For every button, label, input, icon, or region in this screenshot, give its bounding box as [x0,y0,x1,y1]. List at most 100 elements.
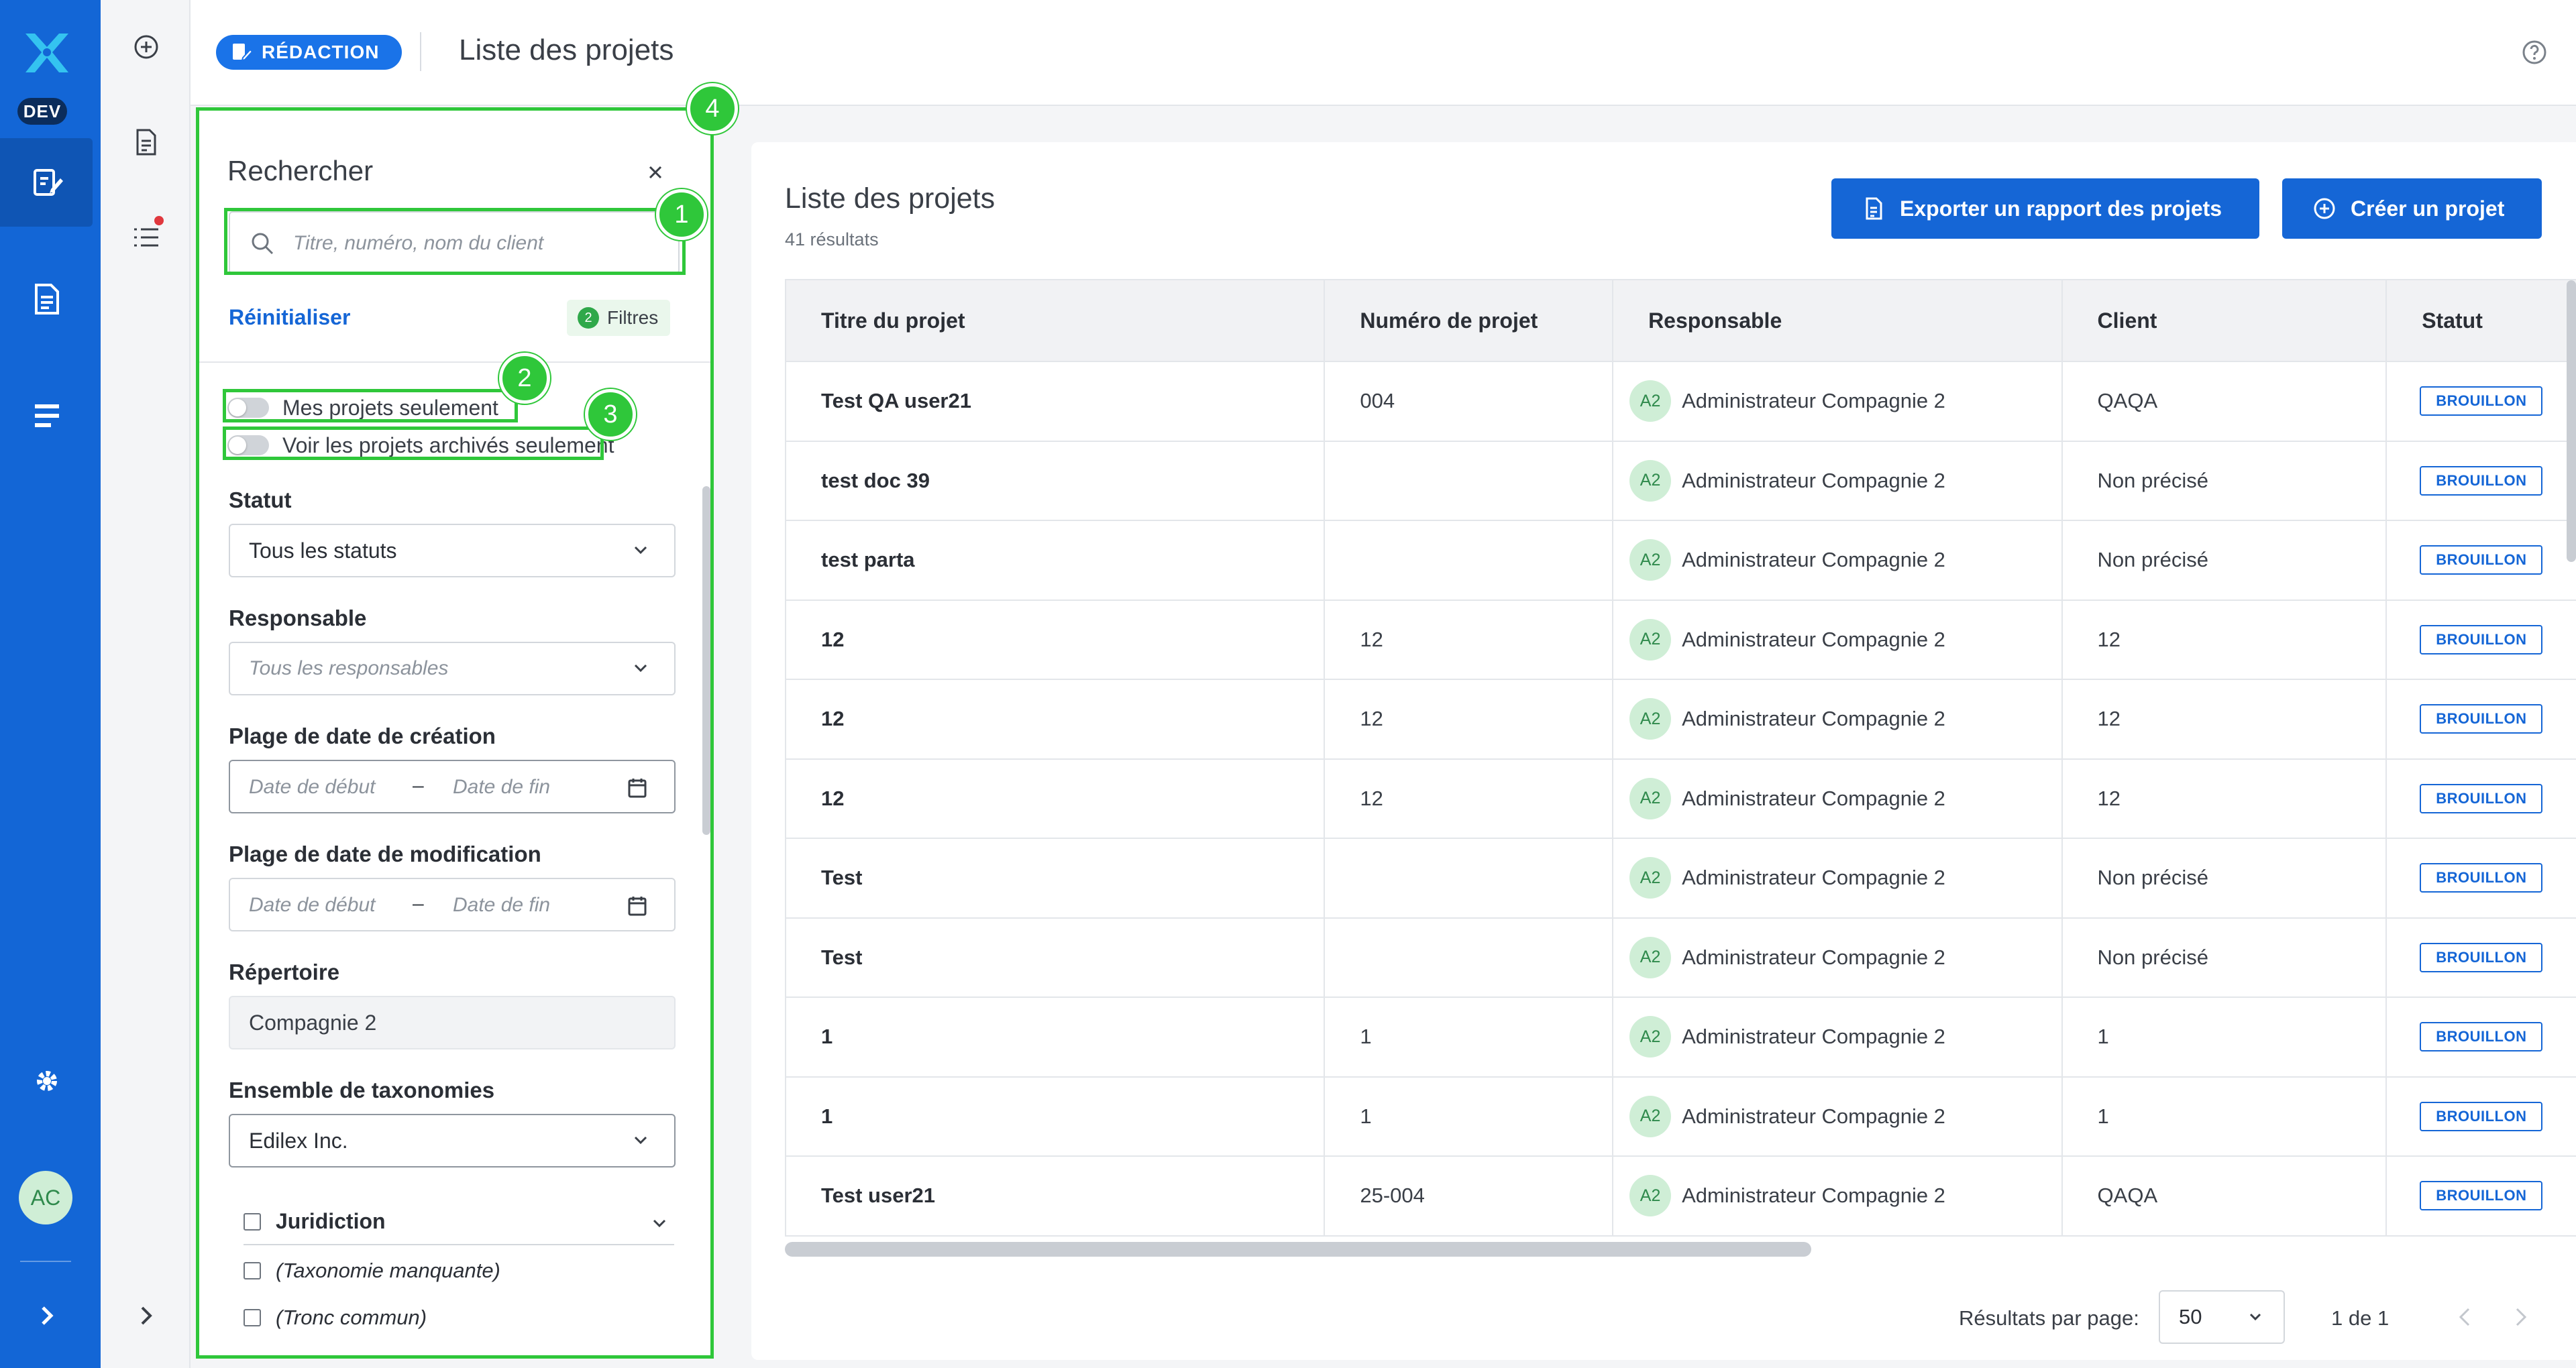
cell-title[interactable]: 1 [786,1077,1326,1155]
owner-name: Administrateur Compagnie 2 [1682,1184,1945,1208]
cell-status: BROUILLON [2387,442,2576,520]
cell-title[interactable]: 12 [786,680,1326,758]
document-icon[interactable] [30,282,64,317]
cell-owner: A2 Administrateur Compagnie 2 [1613,362,2063,441]
mode-badge[interactable]: RÉDACTION [216,35,402,70]
chevron-right-icon[interactable] [30,1298,64,1333]
cell-number: 1 [1325,1077,1614,1155]
edit-document-icon[interactable] [30,165,64,200]
cell-title[interactable]: Test [786,839,1326,917]
cell-title[interactable]: 12 [786,600,1326,679]
panel-scrollbar[interactable] [702,486,710,835]
chevron-left-icon[interactable] [2455,1304,2475,1330]
app-rail: DEV AC [0,0,101,1368]
export-report-button[interactable]: Exporter un rapport des projets [1831,178,2260,239]
create-project-button[interactable]: Créer un projet [2282,178,2542,239]
cell-owner: A2 Administrateur Compagnie 2 [1613,680,2063,758]
table-row[interactable]: 12 12 A2 Administrateur Compagnie 2 12 BROUIL… [786,758,2576,838]
owner-select-placeholder: Tous les responsables [249,657,449,679]
status-badge: BROUILLON [2420,1022,2543,1052]
table-row[interactable]: test parta A2 Administrateur Compagnie 2 No… [786,520,2576,600]
calendar-icon[interactable] [627,777,647,799]
chevron-down-icon[interactable] [650,1217,669,1231]
user-avatar[interactable]: AC [19,1171,72,1224]
table-row[interactable]: Test QA user21 004 A2 Administrateur Compag… [786,361,2576,441]
checkbox[interactable] [244,1262,261,1279]
table-row[interactable]: test doc 39 A2 Administrateur Compagnie 2 N… [786,440,2576,520]
cell-status: BROUILLON [2387,601,2576,679]
taxonomy-item-juridiction[interactable]: Juridiction [244,1209,386,1234]
created-start-date[interactable]: Date de début [249,776,375,799]
modified-end-date[interactable]: Date de fin [453,894,550,917]
table-row[interactable]: 12 12 A2 Administrateur Compagnie 2 12 BROUIL… [786,679,2576,758]
chevron-right-icon[interactable] [2510,1304,2530,1330]
cell-status: BROUILLON [2387,680,2576,758]
chevron-right-icon[interactable] [130,1300,162,1332]
table-horizontal-scrollbar[interactable] [785,1242,1811,1257]
column-header-status[interactable]: Statut [2387,280,2576,361]
cell-number: 12 [1325,600,1614,679]
created-date-range[interactable]: Date de début – Date de fin [229,760,676,813]
cell-title[interactable]: Test user21 [786,1157,1326,1235]
chevron-down-icon [2249,1313,2261,1321]
list-icon[interactable] [30,398,64,433]
cell-title[interactable]: Test QA user21 [786,362,1326,441]
app-logo-icon[interactable] [21,30,72,76]
cell-status: BROUILLON [2387,362,2576,441]
cell-title[interactable]: Test [786,918,1326,996]
modified-range-label: Plage de date de modification [229,842,541,866]
close-icon[interactable] [642,159,669,186]
taxonomy-item-common[interactable]: (Tronc commun) [244,1306,427,1330]
created-range-label: Plage de date de création [229,724,496,748]
status-select[interactable]: Tous les statuts [229,524,676,577]
taxonomy-select[interactable]: Edilex Inc. [229,1114,676,1167]
projects-table: Titre du projet Numéro de projet Respons… [785,279,2576,1237]
table-row[interactable]: 1 1 A2 Administrateur Compagnie 2 1 BROUILLON [786,1076,2576,1155]
cell-owner: A2 Administrateur Compagnie 2 [1613,521,2063,600]
date-separator: – [413,893,424,915]
cell-client: 1 [2063,998,2387,1076]
taxonomy-label: Ensemble de taxonomies [229,1078,495,1102]
status-badge: BROUILLON [2420,465,2543,496]
status-badge: BROUILLON [2420,386,2543,416]
cell-client: Non précisé [2063,839,2387,917]
checkbox[interactable] [244,1212,261,1231]
table-row[interactable]: Test user21 25-004 A2 Administrateur Compag… [786,1155,2576,1235]
taxonomy-item-missing[interactable]: (Taxonomie manquante) [244,1259,500,1283]
filters-count-chip[interactable]: 2 Filtres [567,300,671,336]
create-project-label: Créer un projet [2351,196,2505,221]
table-row[interactable]: Test A2 Administrateur Compagnie 2 Non préc… [786,917,2576,996]
column-header-client[interactable]: Client [2063,280,2387,361]
table-row[interactable]: 12 12 A2 Administrateur Compagnie 2 12 BROUIL… [786,599,2576,679]
table-row[interactable]: 1 1 A2 Administrateur Compagnie 2 1 BROUILLON [786,996,2576,1076]
help-icon[interactable] [2521,39,2548,66]
add-circle-icon[interactable] [130,31,162,63]
file-icon[interactable] [130,126,162,158]
checklist-icon[interactable] [130,221,162,253]
column-header-number[interactable]: Numéro de projet [1325,280,1614,361]
cell-title[interactable]: 1 [786,998,1326,1076]
modified-date-range[interactable]: Date de début – Date de fin [229,878,676,931]
filter-panel-title: Rechercher [227,155,374,186]
cell-number [1325,441,1614,520]
callout-marker: 3 [585,389,636,440]
cell-status: BROUILLON [2387,839,2576,917]
table-vertical-scrollbar[interactable] [2567,280,2576,562]
cell-title[interactable]: 12 [786,759,1326,838]
column-header-title[interactable]: Titre du projet [786,280,1326,361]
owner-label: Responsable [229,606,367,630]
highlight-search [224,208,686,275]
taxonomy-divider [244,1244,674,1245]
table-row[interactable]: Test A2 Administrateur Compagnie 2 Non préc… [786,838,2576,917]
cell-title[interactable]: test parta [786,521,1326,600]
gear-icon[interactable] [30,1064,64,1098]
calendar-icon[interactable] [627,895,647,917]
owner-select[interactable]: Tous les responsables [229,642,676,695]
per-page-select[interactable]: 50 [2159,1290,2285,1344]
cell-title[interactable]: test doc 39 [786,441,1326,520]
modified-start-date[interactable]: Date de début [249,894,375,917]
reset-link[interactable]: Réinitialiser [229,305,350,330]
column-header-owner[interactable]: Responsable [1613,280,2063,361]
checkbox[interactable] [244,1309,261,1326]
created-end-date[interactable]: Date de fin [453,776,550,799]
